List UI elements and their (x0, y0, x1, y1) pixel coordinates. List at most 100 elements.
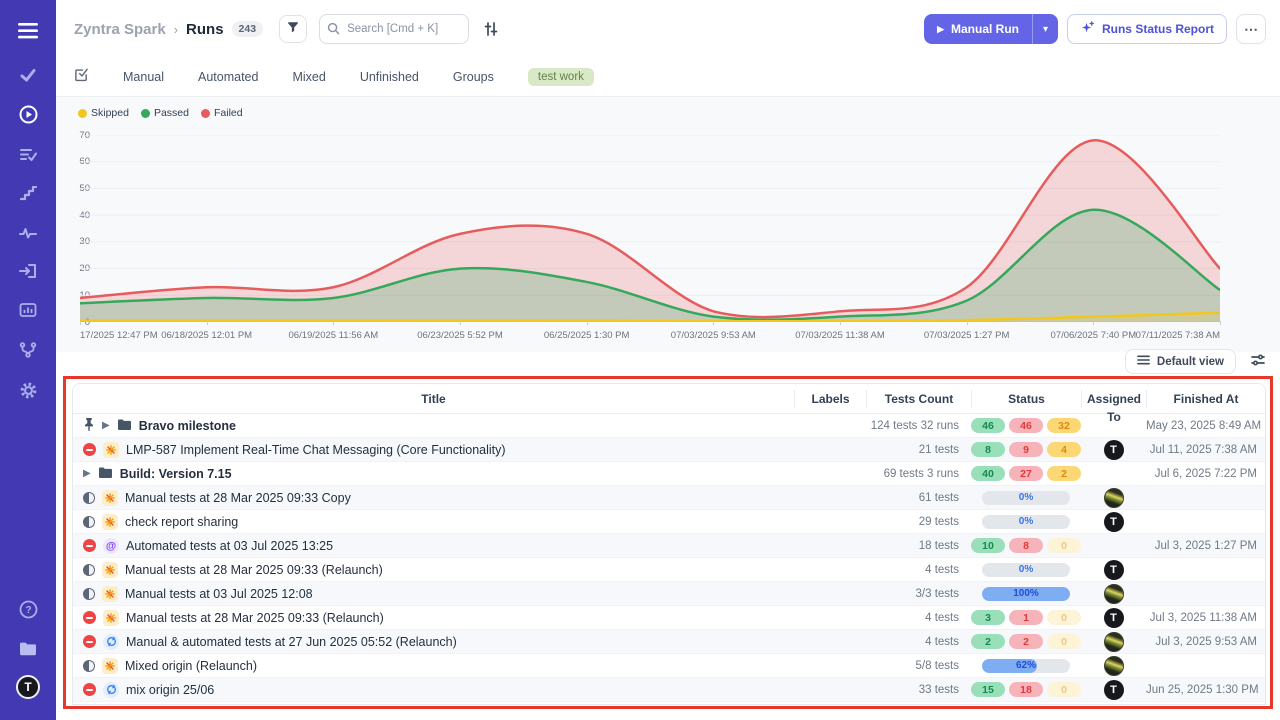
mixed-run-type-icon (103, 682, 119, 698)
default-view-button[interactable]: Default view (1125, 349, 1236, 374)
projects-folder-icon[interactable] (0, 634, 56, 664)
column-header-title[interactable]: Title (73, 390, 794, 408)
sidebar-item-tests[interactable] (0, 60, 56, 90)
default-view-label: Default view (1157, 356, 1224, 368)
assignee-avatar[interactable]: T (1104, 560, 1124, 580)
run-title[interactable]: mix origin 25/06 (126, 683, 214, 697)
run-title[interactable]: Manual & automated tests at 27 Jun 2025 … (126, 635, 457, 649)
assigned-to-cell: T (1081, 560, 1146, 580)
assignee-avatar[interactable]: T (1104, 440, 1124, 460)
manual-run-dropdown[interactable]: ▾ (1032, 14, 1058, 44)
assignee-avatar[interactable]: T (1104, 512, 1124, 532)
table-row[interactable]: ▶Build: Version 7.1569 tests 3 runs40272… (73, 462, 1265, 486)
search-input[interactable] (319, 14, 469, 44)
table-row[interactable]: Manual tests at 03 Jul 2025 12:083/3 tes… (73, 582, 1265, 606)
menu-icon[interactable] (0, 16, 56, 46)
chevron-down-icon: ▾ (1043, 24, 1048, 35)
column-header-labels[interactable]: Labels (794, 390, 866, 408)
sidebar-item-requirements[interactable] (0, 256, 56, 286)
table-row[interactable]: Manual tests at 28 Mar 2025 09:33 (Relau… (73, 606, 1265, 630)
x-tick-mark (587, 321, 588, 325)
assigned-to-cell (1081, 632, 1146, 652)
tab-automated[interactable]: Automated (198, 70, 258, 84)
manual-run-button[interactable]: ▶Manual Run ▾ (924, 14, 1058, 44)
help-icon[interactable]: ? (0, 594, 56, 624)
run-title[interactable]: check report sharing (125, 515, 238, 529)
finished-at: Jul 6, 2025 7:22 PM (1146, 468, 1265, 480)
skipped-badge: 32 (1047, 418, 1081, 433)
passed-badge: 10 (971, 538, 1005, 553)
settings-gear-icon[interactable] (0, 375, 56, 405)
run-title[interactable]: Manual tests at 03 Jul 2025 12:08 (125, 587, 313, 601)
run-title[interactable]: Manual tests at 28 Mar 2025 09:33 (Relau… (125, 563, 383, 577)
table-row[interactable]: Manual & automated tests at 27 Jun 2025 … (73, 630, 1265, 654)
table-row[interactable]: Mixed origin (Relaunch)5/8 tests62% (73, 654, 1265, 678)
manual-run-type-icon (103, 442, 119, 458)
active-filter-tag[interactable]: test work (528, 68, 594, 86)
column-header-assigned-to[interactable]: Assigned To (1081, 390, 1146, 408)
expand-chevron-icon[interactable]: ▶ (102, 421, 110, 431)
table-row[interactable]: ▶Bravo milestone124 tests 32 runs464632M… (73, 414, 1265, 438)
run-title[interactable]: Manual tests at 28 Mar 2025 09:33 Copy (125, 491, 351, 505)
tab-mixed[interactable]: Mixed (292, 70, 325, 84)
tab-manual[interactable]: Manual (123, 70, 164, 84)
table-row[interactable]: check report sharing29 tests0%T (73, 510, 1265, 534)
table-row[interactable]: Manual tests at 28 Mar 2025 09:33 Copy61… (73, 486, 1265, 510)
breadcrumb-project[interactable]: Zyntra Spark (74, 21, 166, 38)
run-title[interactable]: Automated tests at 03 Jul 2025 13:25 (126, 539, 333, 553)
more-actions-button[interactable]: ⋯ (1236, 14, 1266, 44)
column-header-tests-count[interactable]: Tests Count (866, 390, 971, 408)
sidebar-item-reports[interactable] (0, 295, 56, 325)
run-title[interactable]: Build: Version 7.15 (120, 467, 232, 481)
runs-status-report-button[interactable]: Runs Status Report (1067, 14, 1227, 44)
table-columns-settings-icon[interactable] (1250, 352, 1266, 368)
run-title[interactable]: Mixed origin (Relaunch) (125, 659, 257, 673)
status-progress: 62% (971, 659, 1081, 673)
header-actions: ▶Manual Run ▾ Runs Status Report ⋯ (924, 14, 1266, 44)
legend-item-failed[interactable]: Failed (201, 107, 243, 119)
sidebar-item-shared-steps[interactable] (0, 139, 56, 169)
assignee-avatar[interactable] (1104, 632, 1124, 652)
x-tick-label: 17/2025 12:47 PM (80, 330, 158, 341)
sidebar-item-milestones[interactable] (0, 178, 56, 208)
run-title[interactable]: Bravo milestone (139, 419, 236, 433)
pin-icon[interactable] (83, 417, 95, 434)
run-title[interactable]: Manual tests at 28 Mar 2025 09:33 (Relau… (126, 611, 384, 625)
failed-badge: 1 (1009, 610, 1043, 625)
search-box (319, 14, 469, 44)
tests-count: 18 tests (866, 540, 971, 552)
search-settings-icon[interactable] (483, 21, 499, 37)
assignee-avatar[interactable] (1104, 584, 1124, 604)
tab-unfinished[interactable]: Unfinished (360, 70, 419, 84)
filter-button[interactable] (279, 15, 307, 43)
column-header-status[interactable]: Status (971, 390, 1081, 408)
sidebar-item-integrations[interactable] (0, 335, 56, 365)
table-row[interactable]: @Automated tests at 03 Jul 2025 13:2518 … (73, 534, 1265, 558)
table-toolbar: Default view (56, 349, 1280, 377)
legend-item-passed[interactable]: Passed (141, 107, 189, 119)
status-badges: 220 (971, 634, 1081, 649)
status-progress: 0% (971, 563, 1081, 577)
runs-area-chart[interactable] (80, 135, 1220, 322)
tab-groups[interactable]: Groups (453, 70, 494, 84)
main-content: Zyntra Spark › Runs 243 ▶Manual Run ▾ Ru… (56, 0, 1280, 720)
table-row[interactable]: Manual tests at 28 Mar 2025 09:33 (Relau… (73, 558, 1265, 582)
table-row[interactable]: mix origin 25/0633 tests15180TJun 25, 20… (73, 678, 1265, 702)
sidebar-item-defects[interactable] (0, 218, 56, 248)
manual-run-type-icon (102, 514, 118, 530)
svg-text:?: ? (25, 605, 31, 616)
table-row[interactable]: LMP-587 Implement Real-Time Chat Messagi… (73, 438, 1265, 462)
assignee-avatar[interactable]: T (1104, 608, 1124, 628)
tests-count: 4 tests (866, 612, 971, 624)
column-header-finished-at[interactable]: Finished At (1146, 390, 1265, 408)
tests-count: 69 tests 3 runs (866, 468, 971, 480)
sidebar-item-runs[interactable] (0, 99, 56, 129)
legend-item-skipped[interactable]: Skipped (78, 107, 129, 119)
assignee-avatar[interactable] (1104, 656, 1124, 676)
run-title[interactable]: LMP-587 Implement Real-Time Chat Messagi… (126, 443, 506, 457)
assignee-avatar[interactable] (1104, 488, 1124, 508)
select-runs-icon[interactable] (74, 67, 89, 87)
user-avatar[interactable]: T (0, 672, 56, 702)
assignee-avatar[interactable]: T (1104, 680, 1124, 700)
expand-chevron-icon[interactable]: ▶ (83, 469, 91, 479)
